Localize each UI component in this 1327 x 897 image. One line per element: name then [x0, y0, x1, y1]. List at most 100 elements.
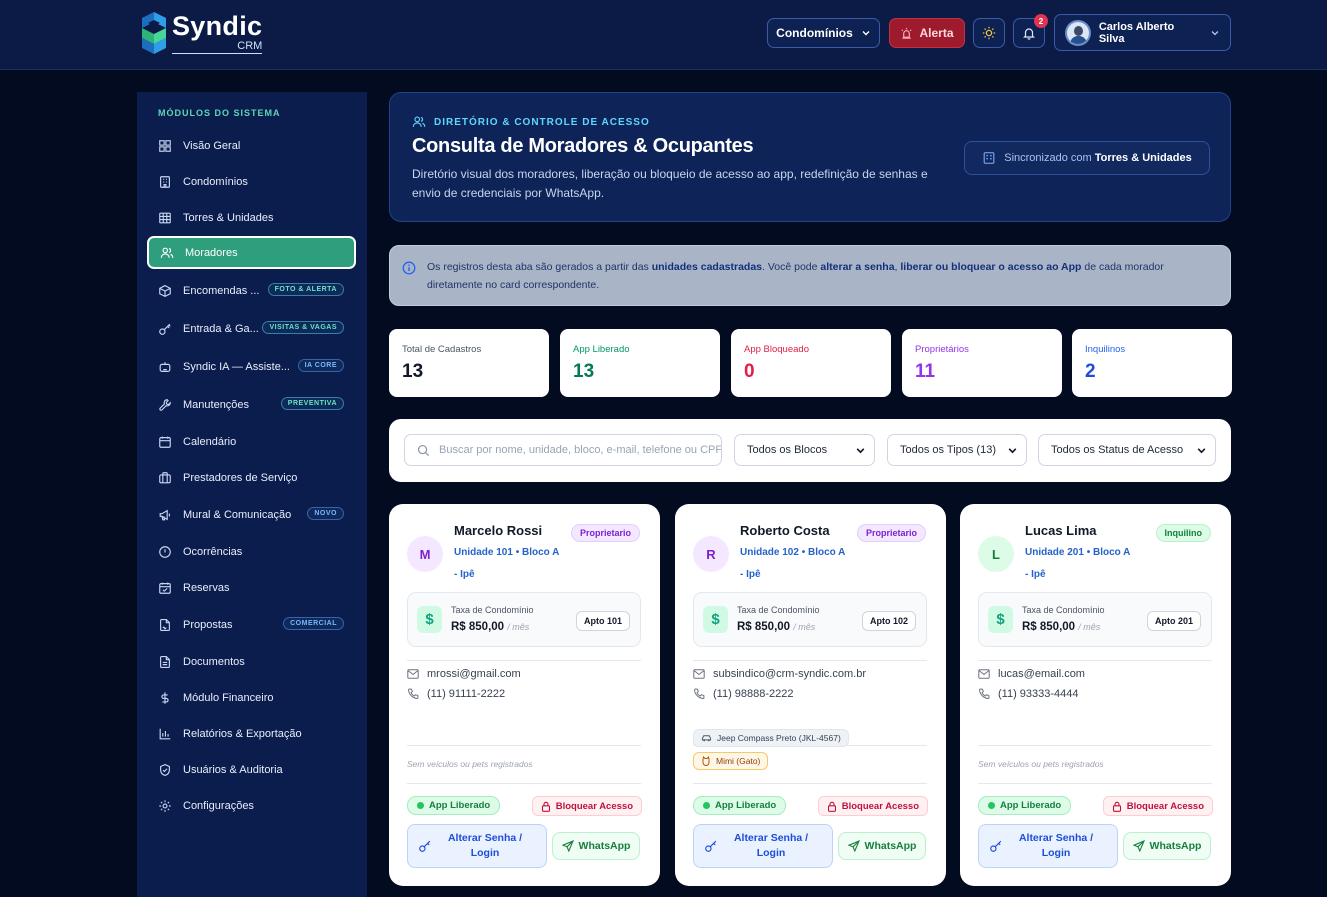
fee-value: R$ 850,00 / mês: [737, 621, 815, 633]
stat-value: 13: [402, 361, 424, 382]
sidebar-title: MÓDULOS DO SISTEMA: [158, 108, 281, 118]
sidebar-item-label: Configurações: [183, 799, 254, 812]
change-password-label: Alterar Senha / Login: [733, 832, 809, 859]
pet-tag: Mimi (Gato): [693, 752, 769, 770]
stat-card: Inquilinos 2: [1072, 329, 1232, 397]
divider: [407, 745, 641, 746]
sidebar-item-badge: COMERCIAL: [283, 617, 344, 630]
page-description: Diretório visual dos moradores, liberaçã…: [412, 167, 928, 200]
sidebar-item-condominios[interactable]: Condomínios: [147, 165, 356, 198]
sidebar-item-manutencoes[interactable]: Manutenções PREVENTIVA: [147, 388, 356, 421]
stat-label: App Liberado: [573, 344, 630, 355]
theme-toggle-button[interactable]: [973, 18, 1005, 48]
vehicle-text: Jeep Compass Preto (JKL-4567): [717, 733, 841, 743]
sidebar-item-ocorrencias[interactable]: Ocorrências: [147, 535, 356, 568]
sidebar-item-documentos[interactable]: Documentos: [147, 645, 356, 678]
whatsapp-label: WhatsApp: [864, 840, 917, 852]
sidebar-item-modulo-financeiro[interactable]: Módulo Financeiro: [147, 681, 356, 714]
sidebar-item-calendario[interactable]: Calendário: [147, 425, 356, 458]
sidebar-item-mural-comunicacao[interactable]: Mural & Comunicação NOVO: [147, 498, 356, 531]
sidebar-item-label: Usuários & Auditoria: [183, 763, 283, 776]
sidebar-item-encomendas[interactable]: Encomendas ... FOTO & ALERTA: [147, 274, 356, 307]
mail-icon: [407, 669, 419, 679]
sidebar-item-visao-geral[interactable]: Visão Geral: [147, 129, 356, 162]
sidebar-item-configuracoes[interactable]: Configurações: [147, 789, 356, 822]
divider: [407, 783, 641, 784]
alert-circle-icon: [159, 545, 171, 558]
types-select[interactable]: Todos os Tipos (13): [887, 434, 1027, 466]
phone-row[interactable]: (11) 91111-2222: [407, 688, 505, 700]
user-menu[interactable]: Carlos Alberto Silva: [1054, 14, 1231, 51]
sidebar-item-propostas[interactable]: Propostas COMERCIAL: [147, 608, 356, 641]
block-access-button[interactable]: Bloquear Acesso: [817, 796, 928, 816]
dollar-icon: $: [703, 606, 728, 633]
condominios-dropdown[interactable]: Condomínios: [767, 18, 880, 48]
block-access-button[interactable]: Bloquear Acesso: [1102, 796, 1213, 816]
sidebar-item-badge: PREVENTIVA: [280, 397, 344, 410]
stat-value: 11: [915, 361, 936, 382]
info-text-part: ,: [894, 261, 898, 273]
sidebar-item-label: Propostas: [183, 618, 233, 631]
divider: [693, 660, 927, 661]
phone-row[interactable]: (11) 98888-2222: [693, 688, 794, 700]
search-placeholder: Buscar por nome, unidade, bloco, e-mail,…: [439, 444, 722, 456]
divider: [693, 783, 927, 784]
info-text-part: Os registros desta aba são gerados a par…: [427, 261, 649, 273]
app-logo[interactable]: Syndic CRM: [140, 8, 263, 58]
change-password-button[interactable]: Alterar Senha / Login: [978, 824, 1118, 868]
sidebar-item-label: Calendário: [183, 435, 237, 448]
role-badge: Inquilino: [1155, 524, 1211, 542]
block-access-button[interactable]: Bloquear Acesso: [531, 796, 642, 816]
sidebar-item-syndic-ia-assiste[interactable]: Syndic IA — Assiste... IA CORE: [147, 350, 356, 383]
access-status-badge: App Liberado: [407, 796, 501, 815]
sidebar-item-prestadores-de-servico[interactable]: Prestadores de Serviço: [147, 461, 356, 494]
access-status-select[interactable]: Todos os Status de Acesso: [1038, 434, 1216, 466]
sidebar-item-entrada-ga[interactable]: Entrada & Ga... VISITAS & VAGAS: [147, 312, 356, 345]
sidebar-item-moradores[interactable]: Moradores: [147, 236, 356, 269]
file-signature-icon: [160, 618, 170, 631]
lock-icon: [1112, 801, 1121, 812]
email-text: subsindico@crm-syndic.com.br: [713, 668, 866, 680]
logo-mark-icon: [140, 10, 168, 56]
change-password-button[interactable]: Alterar Senha / Login: [693, 824, 833, 868]
alert-label: Alerta: [919, 26, 954, 40]
resident-unit: Unidade 102 • Bloco A - Ipê: [740, 547, 846, 580]
stat-card: Total de Cadastros 13: [389, 329, 549, 397]
fee-box: $ Taxa de Condomínio R$ 850,00 / mês Apt…: [407, 592, 641, 647]
stat-card: Proprietários 11: [902, 329, 1062, 397]
email-row[interactable]: subsindico@crm-syndic.com.br: [693, 668, 866, 680]
lock-icon: [827, 801, 836, 812]
whatsapp-button[interactable]: WhatsApp: [838, 832, 926, 860]
sidebar-item-usuarios-auditoria[interactable]: Usuários & Auditoria: [147, 753, 356, 786]
sidebar-item-badge: VISITAS & VAGAS: [262, 321, 344, 334]
fee-amount: R$ 850,00: [1022, 621, 1076, 633]
sidebar-item-label: Mural & Comunicação: [183, 508, 292, 521]
whatsapp-button[interactable]: WhatsApp: [1123, 832, 1211, 860]
phone-text: (11) 98888-2222: [713, 688, 794, 700]
email-row[interactable]: lucas@email.com: [978, 668, 1085, 680]
access-status-badge: App Liberado: [693, 796, 787, 815]
briefcase-icon: [159, 471, 171, 483]
email-row[interactable]: mrossi@gmail.com: [407, 668, 521, 680]
users-icon: [160, 247, 174, 258]
sidebar-item-label: Manutenções: [183, 398, 250, 411]
blocks-select[interactable]: Todos os Blocos: [734, 434, 875, 466]
whatsapp-button[interactable]: WhatsApp: [552, 832, 640, 860]
change-password-button[interactable]: Alterar Senha / Login: [407, 824, 547, 868]
key-icon: [705, 840, 717, 852]
package-icon: [159, 284, 171, 297]
fee-value: R$ 850,00 / mês: [451, 621, 529, 633]
sidebar-item-torres-unidades[interactable]: Torres & Unidades: [147, 201, 356, 234]
apartment-badge: Apto 201: [1146, 611, 1201, 631]
notifications-button[interactable]: 2: [1013, 14, 1048, 48]
stat-card: App Bloqueado 0: [731, 329, 891, 397]
fee-suffix: / mês: [793, 622, 816, 632]
sun-icon: [982, 26, 996, 40]
alert-button[interactable]: Alerta: [889, 18, 965, 48]
search-input[interactable]: Buscar por nome, unidade, bloco, e-mail,…: [404, 434, 722, 466]
fee-label: Taxa de Condomínio: [1022, 605, 1105, 615]
sidebar-item-reservas[interactable]: Reservas: [147, 571, 356, 604]
lock-icon: [541, 801, 550, 812]
sidebar-item-relatorios-exportacao[interactable]: Relatórios & Exportação: [147, 717, 356, 750]
phone-row[interactable]: (11) 93333-4444: [978, 688, 1079, 700]
